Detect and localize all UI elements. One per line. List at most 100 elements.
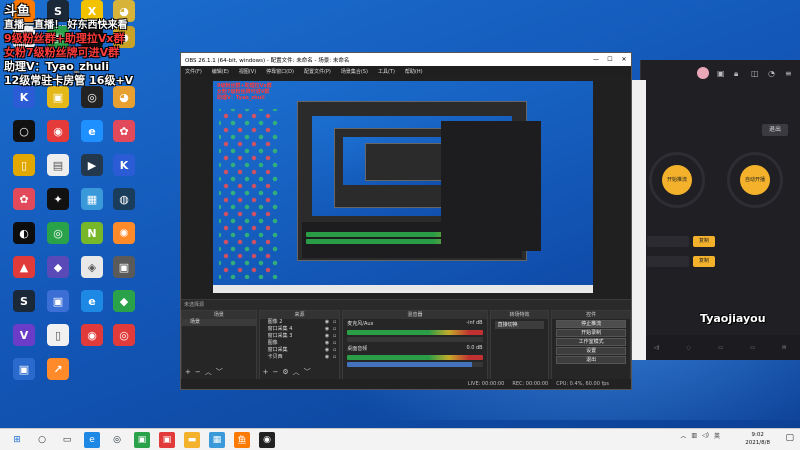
stream-url-field[interactable] xyxy=(647,256,689,267)
tray-chevron-icon[interactable]: ︿ xyxy=(680,431,686,440)
message-icon[interactable]: ✉ xyxy=(782,345,786,351)
source-item[interactable]: 窗口采集 ◉ ▫ xyxy=(260,347,340,354)
auto-live-label: 自动开播 xyxy=(740,165,770,195)
lock-icon[interactable]: ▫ xyxy=(333,319,336,326)
folder-icon[interactable]: ▬ xyxy=(184,431,200,448)
eye-icon[interactable]: ◉ xyxy=(325,354,329,361)
game-icon[interactable]: ▣ xyxy=(134,431,150,448)
start-stream-circle[interactable]: 开始推流 xyxy=(649,152,705,208)
logout-button[interactable]: 退出 xyxy=(762,124,788,136)
eye-icon[interactable]: ◉ xyxy=(325,333,329,340)
shirt-icon[interactable]: ◫ xyxy=(751,69,760,78)
cpu-status: CPU: 0.4%, 60.00 fps xyxy=(556,381,609,387)
lock-icon[interactable]: ▫ xyxy=(333,347,336,354)
clock-date: 2021/8/8 xyxy=(745,440,770,446)
close-button[interactable]: ✕ xyxy=(617,56,631,63)
steam-icon[interactable]: ◎ xyxy=(109,432,125,448)
network-icon[interactable]: ▥ xyxy=(691,432,697,439)
ime-indicator[interactable]: 英 xyxy=(714,431,720,440)
volume-slider[interactable] xyxy=(347,362,483,367)
settings-button[interactable]: 设置 xyxy=(556,347,626,355)
store-icon[interactable]: ▦ xyxy=(209,431,225,448)
task-view-icon[interactable]: ▭ xyxy=(59,432,75,448)
obs-window-title: OBS 26.1.1 (64-bit, windows) - 配置文件: 未命名… xyxy=(185,57,350,64)
edge-icon[interactable]: e xyxy=(84,431,100,448)
desktop-icon[interactable]: ↗ xyxy=(38,358,78,398)
preview-recursive-capture: 9级粉丝群+助理拉Vx群 女粉7级粉丝牌可进V群 助理V：Tyao_zhuli xyxy=(213,81,593,293)
sources-dock-controls[interactable]: +−⚙︿﹀ xyxy=(263,367,315,377)
menu-help[interactable]: 帮助(H) xyxy=(405,68,423,75)
app-icon: ✺ xyxy=(113,222,135,244)
windows-start-icon[interactable]: ⊞ xyxy=(9,432,25,448)
studio-mode-button[interactable]: 工作室模式 xyxy=(556,338,626,346)
app-icon: ◈ xyxy=(81,256,103,278)
menu-docks[interactable]: 停靠窗口(D) xyxy=(266,68,294,75)
douyu-icon[interactable]: 鱼 xyxy=(234,431,250,448)
menu-icon[interactable]: ≡ xyxy=(785,69,794,78)
minimize-button[interactable]: — xyxy=(589,56,603,63)
cpu-icon: ▭ xyxy=(718,344,723,351)
memory-icon: ▭ xyxy=(750,344,755,351)
stop-streaming-button[interactable]: 停止推流 xyxy=(556,320,626,328)
avatar[interactable] xyxy=(697,67,709,79)
menu-tools[interactable]: 工具(T) xyxy=(378,68,395,75)
source-item[interactable]: 窗口采集 4 ◉ ▫ xyxy=(260,326,340,333)
stream-key-field[interactable] xyxy=(647,236,689,247)
app-icon: ▣ xyxy=(13,358,35,380)
source-item[interactable]: 图像 2 ◉ ▫ xyxy=(260,319,340,326)
start-recording-button[interactable]: 开始录制 xyxy=(556,329,626,337)
app-icon: ✿ xyxy=(113,120,135,142)
source-item[interactable]: 窗口采集 3 ◉ ▫ xyxy=(260,333,340,340)
gift-icon[interactable]: ▣ xyxy=(717,69,726,78)
copy-button-1[interactable]: 复制 xyxy=(693,236,715,247)
app-icon: K xyxy=(13,86,35,108)
eye-icon[interactable]: ◉ xyxy=(325,326,329,333)
eye-icon[interactable]: ◉ xyxy=(325,319,329,326)
app-icon[interactable]: ▣ xyxy=(159,431,175,448)
scenes-dock-controls[interactable]: +−︿﹀ xyxy=(185,367,227,377)
lock-icon[interactable]: ▫ xyxy=(333,326,336,333)
mic-icon[interactable]: ◌ xyxy=(687,345,691,351)
lock-icon[interactable]: 🔒︎ xyxy=(734,69,743,78)
nested-obs-3 xyxy=(365,143,445,181)
app-icon: ◆ xyxy=(113,290,135,312)
search-icon[interactable]: ○ xyxy=(34,432,50,448)
menu-file[interactable]: 文件(F) xyxy=(185,68,202,75)
volume-slider[interactable] xyxy=(347,337,483,342)
maximize-button[interactable]: ☐ xyxy=(603,56,617,63)
obs-icon[interactable]: ◉ xyxy=(259,431,275,448)
app-icon: ↗ xyxy=(47,358,69,380)
lock-icon[interactable]: ▫ xyxy=(333,354,336,361)
copy-button-2[interactable]: 复制 xyxy=(693,256,715,267)
menu-profile[interactable]: 配置文件(P) xyxy=(304,68,331,75)
volume-icon[interactable]: ◁) xyxy=(654,345,660,351)
source-item[interactable]: 卡贝西 ◉ ▫ xyxy=(260,354,340,361)
sources-dock: 来源 图像 2 ◉ ▫ 窗口采集 4 ◉ ▫ 窗口采集 3 ◉ ▫ 图像 ◉ ▫ 窗口采集 ◉ ▫ … xyxy=(258,310,341,380)
eye-icon[interactable]: ◉ xyxy=(325,347,329,354)
lock-icon[interactable]: ▫ xyxy=(333,333,336,340)
source-item[interactable]: 图像 ◉ ▫ xyxy=(260,340,340,347)
assistant-topbar: ▣ 🔒︎ ◫ ◔ ≡ xyxy=(641,60,800,86)
menu-edit[interactable]: 编辑(E) xyxy=(212,68,229,75)
obs-preview[interactable]: 9级粉丝群+助理拉Vx群 女粉7级粉丝牌可进V群 助理V：Tyao_zhuli xyxy=(181,77,631,299)
menu-view[interactable]: 视图(V) xyxy=(239,68,256,75)
auto-live-circle[interactable]: 自动开播 xyxy=(727,152,783,208)
scene-item[interactable]: 场景 xyxy=(182,319,256,326)
volume-icon[interactable]: ◁) xyxy=(702,432,709,439)
exit-button[interactable]: 退出 xyxy=(556,356,626,364)
obs-menubar: 文件(F) 编辑(E) 视图(V) 停靠窗口(D) 配置文件(P) 场景集合(S… xyxy=(181,66,631,77)
lock-icon[interactable]: ▫ xyxy=(333,340,336,347)
clock[interactable]: 9:02 2021/8/8 xyxy=(745,431,770,447)
rec-status: REC: 00:00:00 xyxy=(512,381,549,387)
menu-scene-collection[interactable]: 场景集合(S) xyxy=(341,68,368,75)
app-icon: ▶ xyxy=(81,154,103,176)
notification-icon[interactable]: ▢ xyxy=(785,433,794,443)
transition-select[interactable]: 直接切换 xyxy=(494,321,545,329)
obs-statusbar: LIVE: 00:00:00 REC: 00:00:00 CPU: 0.4%, … xyxy=(181,379,631,389)
mixer-dock-title: 混音器 xyxy=(343,311,487,319)
bell-icon[interactable]: ◔ xyxy=(768,69,777,78)
eye-icon[interactable]: ◉ xyxy=(325,340,329,347)
desktop-icon[interactable]: ◎ xyxy=(104,324,144,364)
app-icon: ▯ xyxy=(47,324,69,346)
audio-meter xyxy=(347,330,483,335)
